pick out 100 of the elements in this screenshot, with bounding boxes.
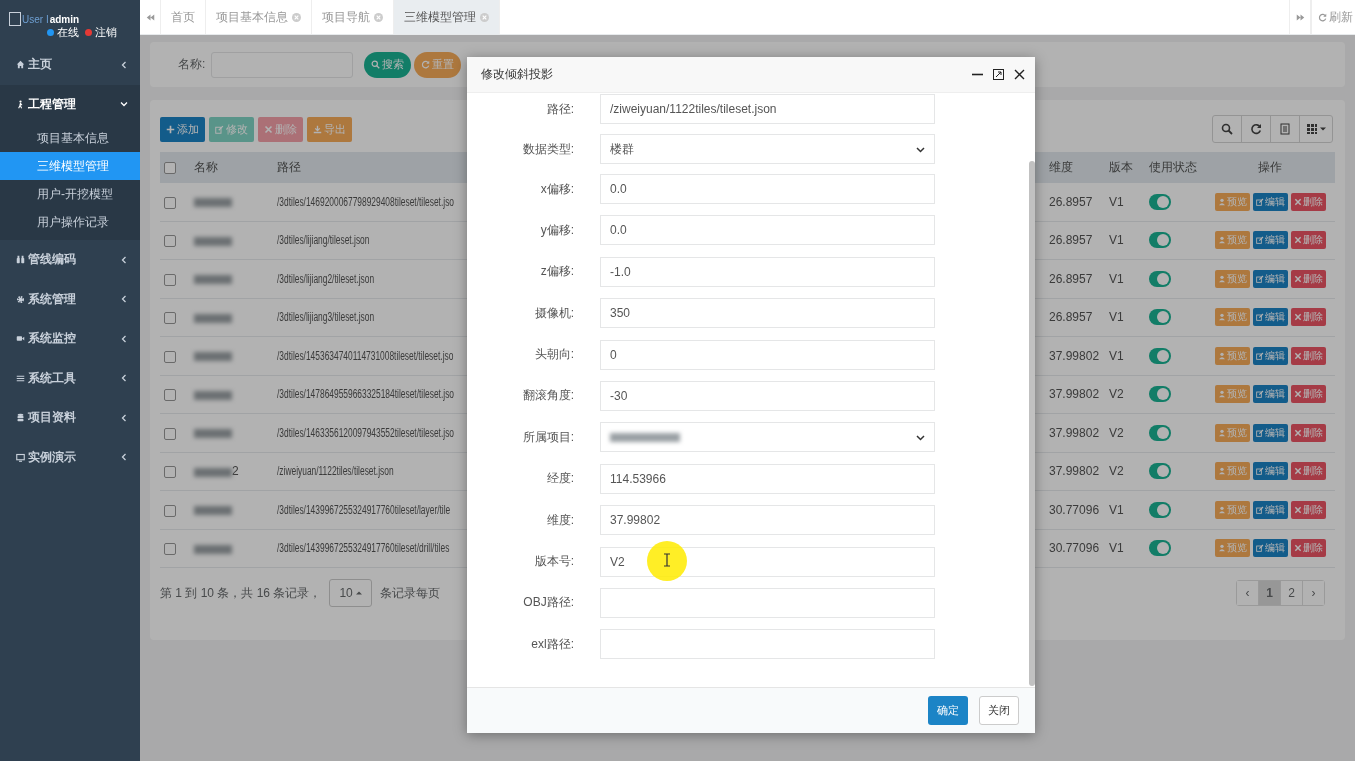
tab[interactable]: 项目基本信息 — [206, 0, 312, 34]
toggle-switch[interactable] — [1149, 193, 1171, 210]
checkbox[interactable] — [164, 543, 176, 556]
checkbox[interactable] — [164, 466, 176, 479]
checkbox[interactable] — [164, 235, 176, 248]
input-field[interactable]: 114.53966 — [600, 463, 935, 494]
page-size-dropdown[interactable]: 10 — [329, 579, 372, 607]
delete-button[interactable]: 删除 — [1290, 539, 1326, 558]
input-field[interactable]: 0.0 — [600, 174, 935, 204]
preview-button[interactable]: 预览 — [1214, 423, 1250, 442]
menu-item[interactable]: 系统监控 — [0, 319, 140, 359]
preview-button[interactable]: 预览 — [1214, 269, 1250, 288]
delete-button[interactable]: 删除 — [1290, 385, 1326, 404]
edit-button[interactable]: 编辑 — [1252, 231, 1288, 250]
submenu-item[interactable]: 三维模型管理 — [0, 152, 140, 180]
edit-button[interactable]: 编辑 — [1252, 269, 1288, 288]
menu-item[interactable]: 系统工具 — [0, 358, 140, 398]
close-icon[interactable] — [1014, 69, 1025, 80]
table-cell: 26.8957 — [1049, 271, 1093, 286]
table-cell: 30.77096 — [1049, 502, 1100, 517]
edit-button[interactable]: 编辑 — [1252, 192, 1288, 211]
input-field[interactable]: 0 — [600, 339, 935, 370]
edit-button[interactable]: 编辑 — [1252, 500, 1288, 519]
preview-button[interactable]: 预览 — [1214, 385, 1250, 404]
edit-button[interactable]: 编辑 — [1252, 308, 1288, 327]
search-button[interactable]: 搜索 — [364, 51, 412, 78]
input-field[interactable]: -1.0 — [600, 256, 935, 287]
checkbox[interactable] — [164, 504, 176, 517]
confirm-button[interactable]: 确定 — [928, 696, 968, 725]
preview-button[interactable]: 预览 — [1214, 346, 1250, 365]
input-field[interactable] — [600, 587, 935, 618]
menu-item[interactable]: 工程管理 — [0, 84, 140, 124]
input-field[interactable]: -30 — [600, 380, 935, 411]
toolbar-button[interactable]: 添加 — [160, 116, 205, 142]
menu-item[interactable]: 管线编码 — [0, 240, 140, 280]
checkbox[interactable] — [164, 196, 176, 209]
toggle-switch[interactable] — [1149, 501, 1171, 518]
toggle-switch[interactable] — [1149, 463, 1171, 480]
preview-button[interactable]: 预览 — [1214, 539, 1250, 558]
delete-button[interactable]: 删除 — [1290, 308, 1326, 327]
checkbox[interactable] — [164, 350, 176, 363]
menu-item[interactable]: 主页 — [0, 45, 140, 85]
checkbox[interactable] — [164, 427, 176, 440]
delete-button[interactable]: 删除 — [1290, 500, 1326, 519]
page-button[interactable]: 1 — [1259, 581, 1281, 605]
double-right-arrow-icon[interactable] — [1295, 12, 1305, 22]
input-field[interactable]: 350 — [600, 298, 935, 329]
input-field[interactable]: V2 — [600, 546, 935, 577]
refresh-button[interactable]: 刷新 — [1311, 0, 1355, 34]
edit-button[interactable]: 编辑 — [1252, 423, 1288, 442]
double-left-arrow-icon[interactable] — [145, 12, 155, 22]
delete-button[interactable]: 删除 — [1290, 346, 1326, 365]
input-field[interactable] — [600, 629, 935, 660]
preview-button[interactable]: 预览 — [1214, 192, 1250, 211]
search-icon — [371, 60, 381, 69]
preview-button[interactable]: 预览 — [1214, 308, 1250, 327]
field-label: 摄像机: — [533, 304, 575, 322]
submenu-item[interactable]: 用户操作记录 — [0, 208, 140, 236]
menu-item[interactable]: 实例演示 — [0, 437, 140, 477]
delete-button[interactable]: 删除 — [1290, 423, 1326, 442]
select-field[interactable] — [600, 422, 935, 453]
submenu-item[interactable]: 用户-开挖模型 — [0, 180, 140, 208]
close-button[interactable]: 关闭 — [979, 696, 1019, 725]
scrollbar-thumb[interactable] — [1029, 161, 1035, 686]
delete-button[interactable]: 删除 — [1290, 231, 1326, 250]
toggle-switch[interactable] — [1149, 270, 1171, 287]
delete-button[interactable]: 删除 — [1290, 269, 1326, 288]
toggle-switch[interactable] — [1149, 347, 1171, 364]
edit-button[interactable]: 编辑 — [1252, 462, 1288, 481]
input-field[interactable]: /ziweiyuan/1122tiles/tileset.json — [600, 94, 935, 124]
submenu-item[interactable]: 项目基本信息 — [0, 124, 140, 152]
checkbox[interactable] — [164, 389, 176, 402]
checkbox[interactable] — [164, 162, 176, 175]
menu-item[interactable]: 系统管理 — [0, 279, 140, 319]
previous-page-button[interactable]: ‹ — [1237, 581, 1259, 605]
preview-button[interactable]: 预览 — [1214, 462, 1250, 481]
preview-button[interactable]: 预览 — [1214, 231, 1250, 250]
checkbox[interactable] — [164, 273, 176, 286]
preview-button[interactable]: 预览 — [1214, 500, 1250, 519]
blurred-text — [194, 506, 232, 516]
edit-button[interactable]: 编辑 — [1252, 346, 1288, 365]
input-field[interactable]: 37.99802 — [600, 505, 935, 536]
logout-link[interactable]: 注销 — [95, 26, 117, 38]
maximize-icon[interactable] — [993, 69, 1004, 80]
edit-button[interactable]: 编辑 — [1252, 385, 1288, 404]
select-field[interactable]: 楼群 — [600, 134, 935, 164]
tab[interactable]: 首页 — [161, 0, 206, 34]
input-field[interactable]: 0.0 — [600, 215, 935, 246]
toggle-switch[interactable] — [1149, 309, 1171, 326]
menu-item[interactable]: 项目资料 — [0, 398, 140, 438]
delete-button[interactable]: 删除 — [1290, 462, 1326, 481]
toggle-switch[interactable] — [1149, 232, 1171, 249]
delete-button[interactable]: 删除 — [1290, 192, 1326, 211]
text-cursor-icon — [663, 553, 671, 567]
edit-button[interactable]: 编辑 — [1252, 539, 1288, 558]
toggle-switch[interactable] — [1149, 424, 1171, 441]
toggle-switch[interactable] — [1149, 540, 1171, 557]
tab[interactable]: 三维模型管理 — [394, 0, 500, 34]
toggle-switch[interactable] — [1149, 386, 1171, 403]
checkbox[interactable] — [164, 312, 176, 325]
